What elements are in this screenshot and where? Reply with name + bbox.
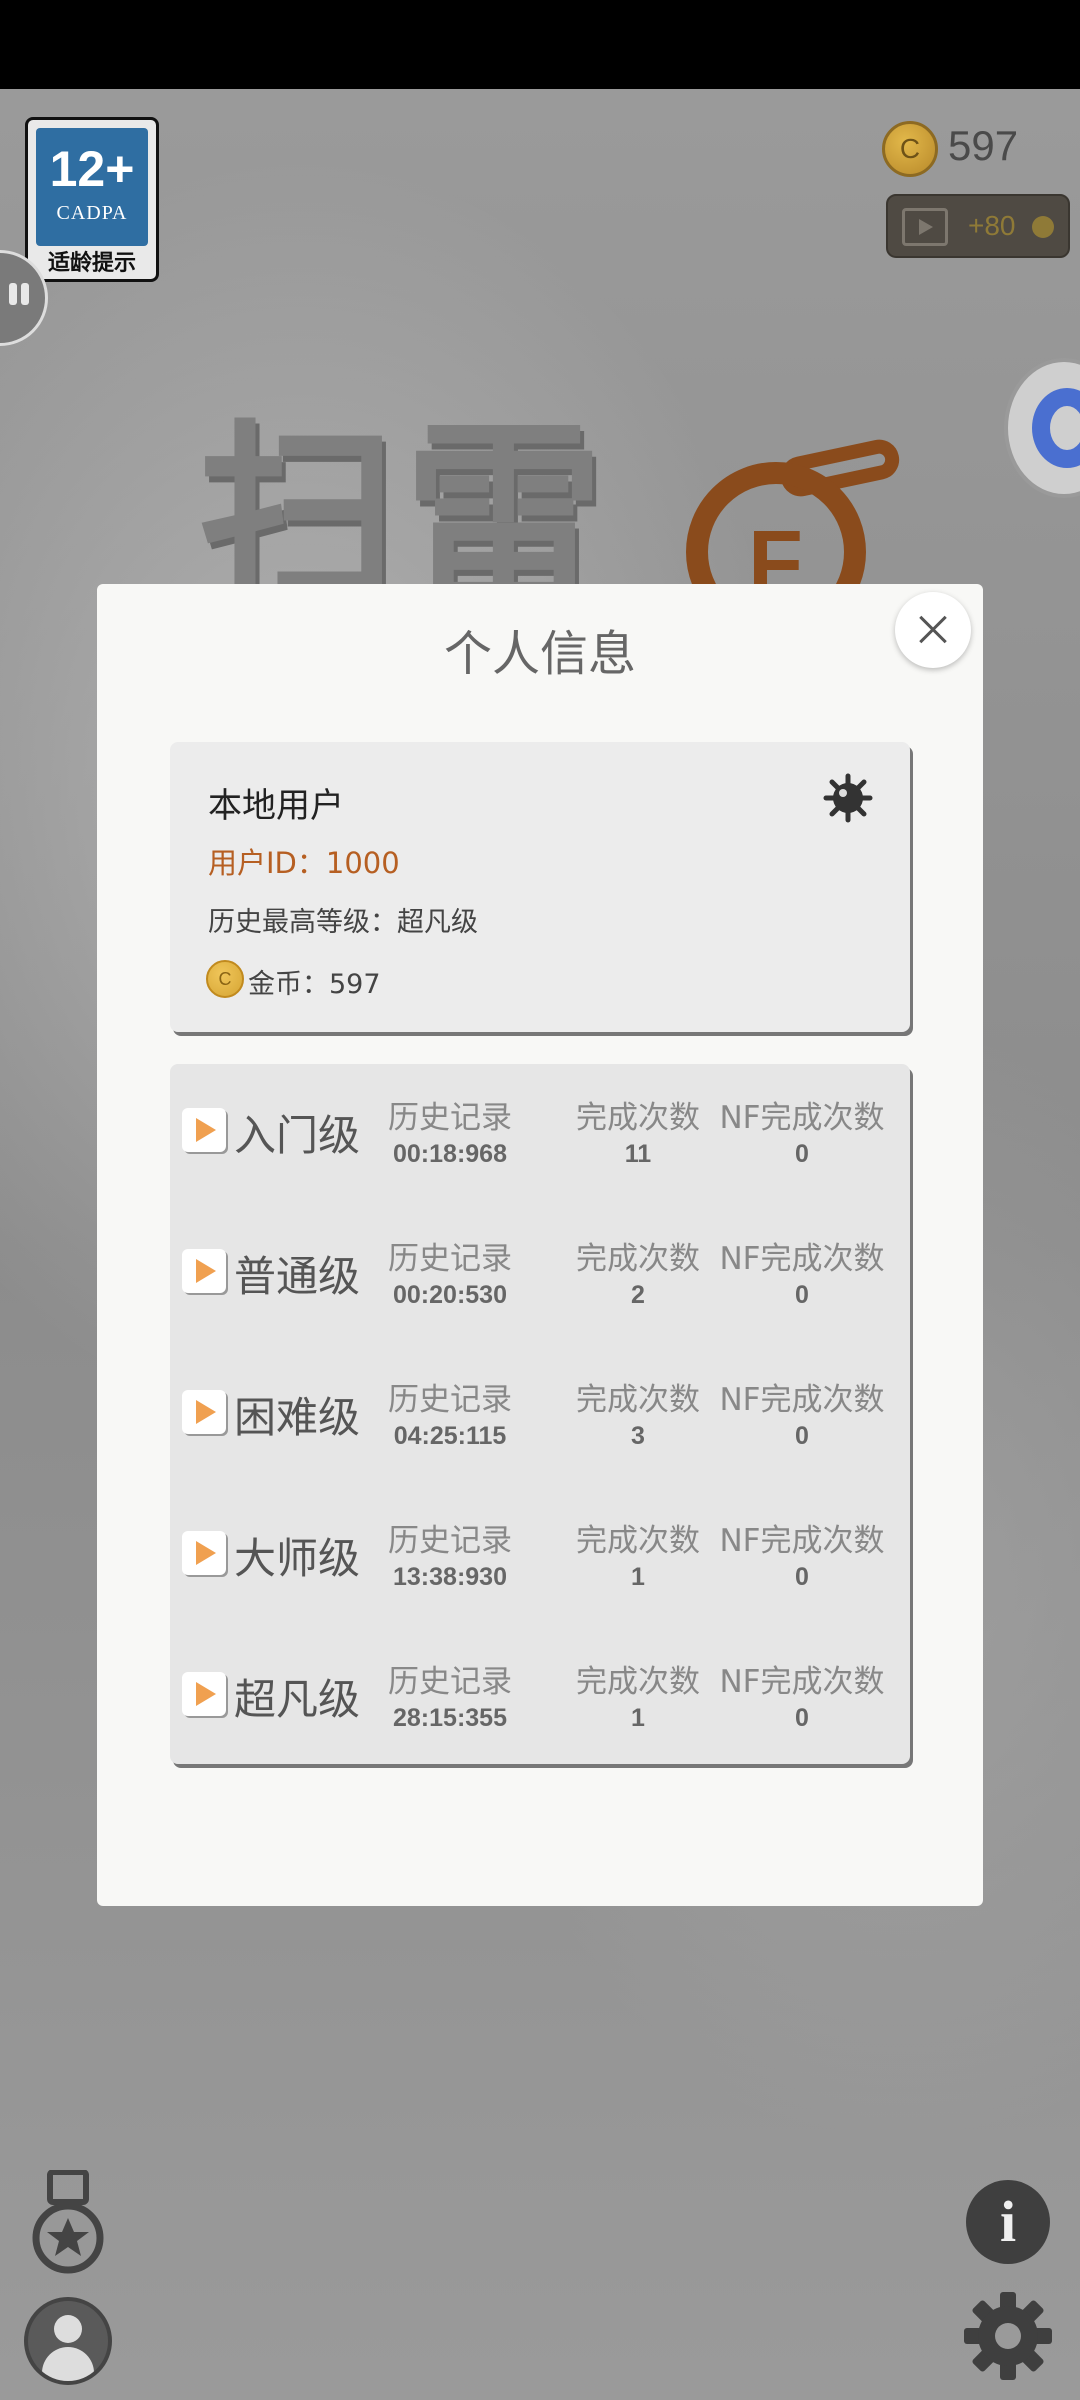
best-time-label: 历史记录 (388, 1100, 512, 1136)
age-rating-badge[interactable]: 12+ CADPA 适龄提示 (25, 117, 159, 282)
level-name: 入门级 (234, 1111, 361, 1160)
nf-count-label: NF完成次数 (719, 1523, 885, 1559)
nf-count: 0 (795, 1422, 809, 1450)
close-button[interactable] (895, 592, 971, 668)
level-records-panel: 入门级 历史记录 00:18:968 完成次数 11 NF完成次数 0 普通级 … (170, 1064, 910, 1764)
coin-icon: C (206, 960, 244, 998)
level-name: 超凡级 (234, 1675, 361, 1724)
profile-dialog: 个人信息 本地用户 用户ID：1000 历史最高等级：超凡级 C 金币：597 … (97, 584, 983, 1906)
best-time-label: 历史记录 (388, 1382, 512, 1418)
best-time: 00:20:530 (393, 1281, 507, 1309)
user-name: 本地用户 (208, 786, 344, 826)
play-icon[interactable] (182, 1531, 226, 1575)
age-rating-panel: 12+ CADPA (36, 128, 148, 246)
best-time-label: 历史记录 (388, 1664, 512, 1700)
age-rating-org: CADPA (56, 202, 128, 224)
completion-count-label: 完成次数 (576, 1241, 700, 1277)
video-icon (902, 208, 948, 246)
nf-count-label: NF完成次数 (719, 1664, 885, 1700)
best-time-label: 历史记录 (388, 1241, 512, 1277)
nf-count-label: NF完成次数 (719, 1100, 885, 1136)
level-name: 困难级 (234, 1393, 361, 1442)
coin-icon (1032, 216, 1054, 238)
nf-count: 0 (795, 1281, 809, 1309)
user-id: 用户ID：1000 (208, 846, 400, 880)
coin-icon: C (882, 121, 938, 177)
record-row-hard: 困难级 历史记录 04:25:115 完成次数 3 NF完成次数 0 (170, 1346, 910, 1487)
record-row-normal: 普通级 历史记录 00:20:530 完成次数 2 NF完成次数 0 (170, 1205, 910, 1346)
info-icon[interactable]: i (966, 2180, 1050, 2264)
best-time-label: 历史记录 (388, 1523, 512, 1559)
watch-video-reward-button[interactable]: +80 (886, 194, 1070, 258)
play-icon[interactable] (182, 1249, 226, 1293)
completion-count-label: 完成次数 (576, 1100, 700, 1136)
mine-icon[interactable] (822, 772, 874, 824)
nf-count: 0 (795, 1563, 809, 1591)
best-time: 00:18:968 (393, 1140, 507, 1168)
dialog-title: 个人信息 (443, 626, 636, 682)
nf-count-label: NF完成次数 (719, 1382, 885, 1418)
completion-count: 1 (631, 1704, 645, 1732)
completion-count-label: 完成次数 (576, 1382, 700, 1418)
age-rating-tip: 适龄提示 (47, 251, 136, 276)
level-name: 大师级 (234, 1534, 361, 1583)
record-row-beginner: 入门级 历史记录 00:18:968 完成次数 11 NF完成次数 0 (170, 1064, 910, 1205)
best-time: 04:25:115 (393, 1422, 507, 1450)
completion-count: 2 (631, 1281, 645, 1309)
gear-icon[interactable] (962, 2290, 1054, 2382)
coin-balance: 597 (948, 122, 1019, 169)
age-rating-number: 12+ (49, 141, 135, 197)
nf-count-label: NF完成次数 (719, 1241, 885, 1277)
completion-count: 3 (631, 1422, 645, 1450)
record-row-master: 大师级 历史记录 13:38:930 完成次数 1 NF完成次数 0 (170, 1487, 910, 1628)
completion-count: 1 (631, 1563, 645, 1591)
best-time: 13:38:930 (393, 1563, 507, 1591)
completion-count-label: 完成次数 (576, 1523, 700, 1559)
medal-icon[interactable] (30, 2170, 106, 2280)
play-icon[interactable] (182, 1108, 226, 1152)
avatar-icon[interactable] (24, 2297, 112, 2385)
nf-count: 0 (795, 1704, 809, 1732)
best-time: 28:15:355 (393, 1704, 507, 1732)
play-icon[interactable] (182, 1672, 226, 1716)
play-icon[interactable] (182, 1390, 226, 1434)
best-level: 历史最高等级：超凡级 (208, 907, 478, 938)
record-row-extraordinary: 超凡级 历史记录 28:15:355 完成次数 1 NF完成次数 0 (170, 1628, 910, 1769)
level-name: 普通级 (234, 1252, 361, 1301)
coin-label: 金币：597 (248, 969, 381, 1000)
completion-count-label: 完成次数 (576, 1664, 700, 1700)
user-info-card: 本地用户 用户ID：1000 历史最高等级：超凡级 C 金币：597 (170, 742, 910, 1032)
nf-count: 0 (795, 1140, 809, 1168)
video-reward-amount: +80 (968, 210, 1016, 241)
completion-count: 11 (624, 1140, 652, 1168)
status-bar (0, 0, 1080, 89)
